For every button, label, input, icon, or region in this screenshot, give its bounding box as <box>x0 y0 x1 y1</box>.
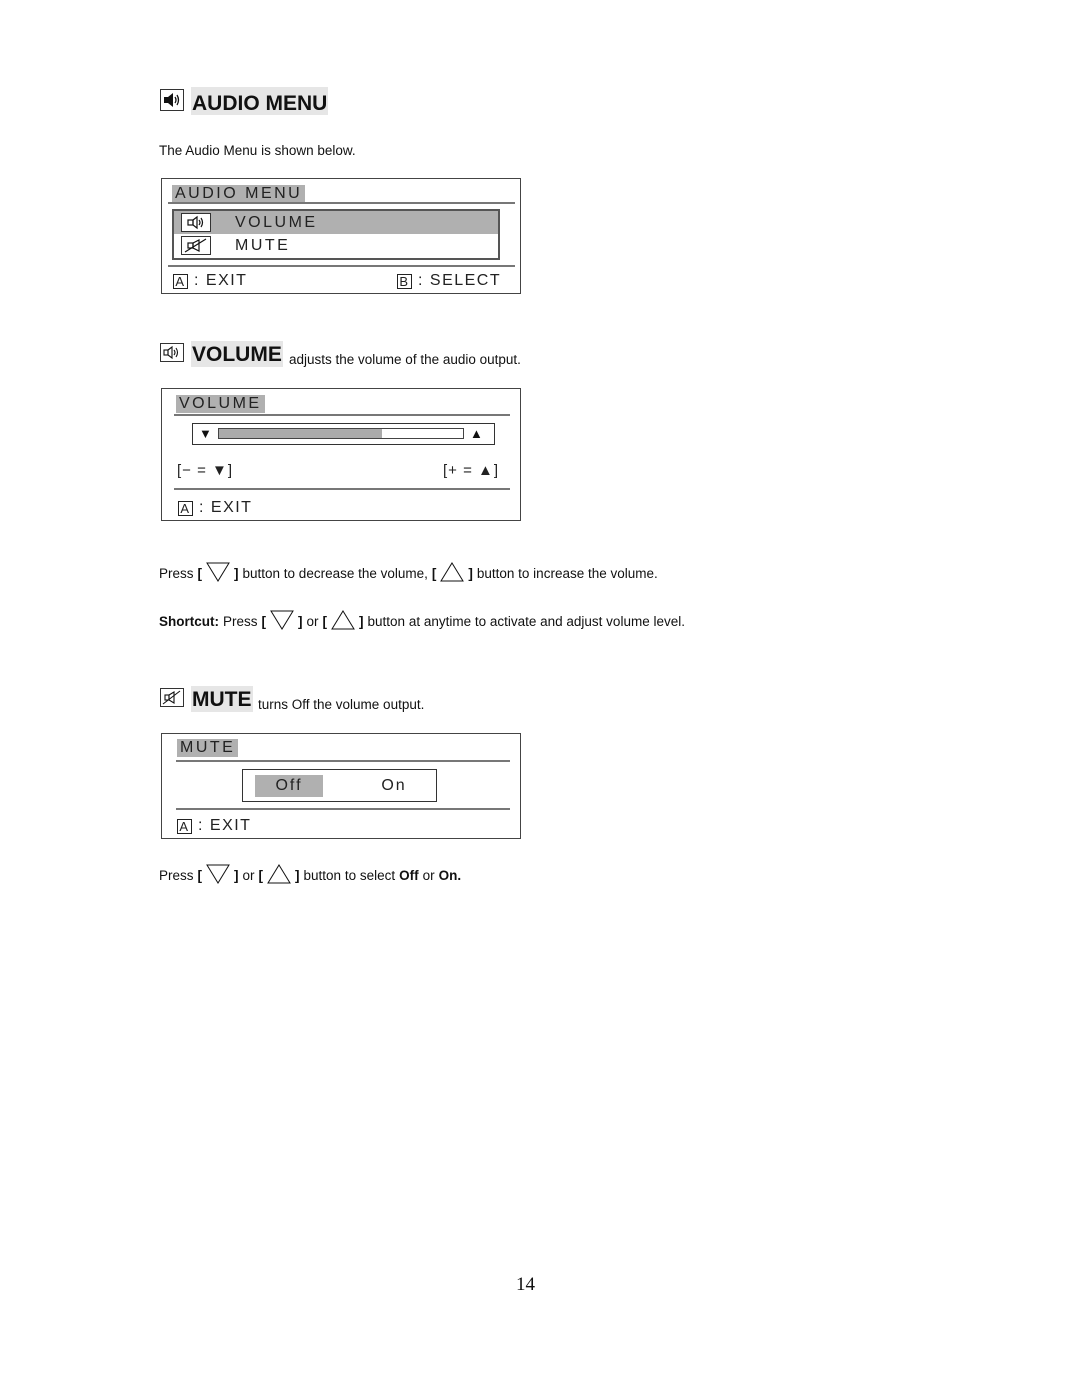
volume-slider[interactable]: ▼ ▲ <box>192 423 495 445</box>
mute-osd: MUTE Off On A : EXIT <box>161 733 521 839</box>
divider <box>176 808 510 810</box>
menu-item-volume[interactable]: VOLUME <box>174 211 498 234</box>
divider <box>174 414 510 416</box>
osd-title: VOLUME <box>176 395 265 413</box>
exit-hint: A : EXIT <box>178 499 252 517</box>
key-a-icon: A <box>178 500 193 516</box>
section-title-volume: VOLUME <box>191 341 283 367</box>
select-hint: B : SELECT <box>397 272 501 290</box>
divider <box>176 760 510 762</box>
down-button-icon <box>270 610 294 630</box>
section-title-audio-menu: AUDIO MENU <box>191 87 329 115</box>
key-a-icon: A <box>177 818 192 834</box>
key-b-icon: B <box>397 273 412 289</box>
menu-item-mute[interactable]: MUTE <box>174 234 498 257</box>
speaker-mute-icon <box>160 688 184 707</box>
volume-osd: VOLUME ▼ ▲ [− = ▼] [+ = ▲] A : EXIT <box>161 388 521 521</box>
option-on[interactable]: On <box>360 775 428 797</box>
volume-instruction: Press [ ] button to decrease the volume,… <box>159 562 658 582</box>
decrease-arrow-icon[interactable]: ▼ <box>199 427 212 440</box>
speaker-volume-icon <box>160 343 184 362</box>
speaker-icon <box>160 89 184 111</box>
exit-hint: A : EXIT <box>173 272 247 290</box>
audio-menu-osd: AUDIO MENU VOLUME MUTE A: EXIT B: SELE… <box>161 178 521 294</box>
key-a-icon: A <box>173 273 188 289</box>
increase-arrow-icon[interactable]: ▲ <box>470 427 483 440</box>
exit-label: : EXIT <box>194 272 248 289</box>
mute-instruction: Press [ ] or [ ] button to select Off or… <box>159 864 461 884</box>
speaker-mute-icon <box>181 236 211 255</box>
audio-menu-intro: The Audio Menu is shown below. <box>159 143 356 158</box>
speaker-volume-icon <box>181 213 211 232</box>
option-off[interactable]: Off <box>255 775 323 797</box>
section-title-mute: MUTE <box>191 686 253 712</box>
down-button-icon <box>206 864 230 884</box>
mute-options: Off On <box>242 769 437 802</box>
down-button-icon <box>206 562 230 582</box>
osd-title: AUDIO MENU <box>172 185 306 203</box>
up-button-icon <box>267 864 291 884</box>
divider <box>168 265 515 267</box>
select-label: : SELECT <box>418 272 502 289</box>
divider <box>168 202 515 204</box>
volume-fill <box>219 429 383 438</box>
mute-description: turns Off the volume output. <box>258 697 425 712</box>
divider <box>174 488 510 490</box>
exit-hint: A : EXIT <box>177 817 251 835</box>
menu-item-label: VOLUME <box>235 213 318 231</box>
minus-hint: [− = ▼] <box>177 462 234 479</box>
up-button-icon <box>440 562 465 582</box>
shortcut-instruction: Shortcut: Press [ ] or [ ] button at any… <box>159 610 685 630</box>
volume-track <box>218 428 464 439</box>
volume-description: adjusts the volume of the audio output. <box>289 352 521 367</box>
exit-label: : EXIT <box>199 499 253 516</box>
menu-list: VOLUME MUTE <box>172 209 500 260</box>
plus-hint: [+ = ▲] <box>443 462 500 479</box>
menu-item-label: MUTE <box>235 236 291 254</box>
osd-title: MUTE <box>177 739 239 757</box>
exit-label: : EXIT <box>198 817 252 834</box>
page-number: 14 <box>516 1274 535 1295</box>
up-button-icon <box>331 610 355 630</box>
